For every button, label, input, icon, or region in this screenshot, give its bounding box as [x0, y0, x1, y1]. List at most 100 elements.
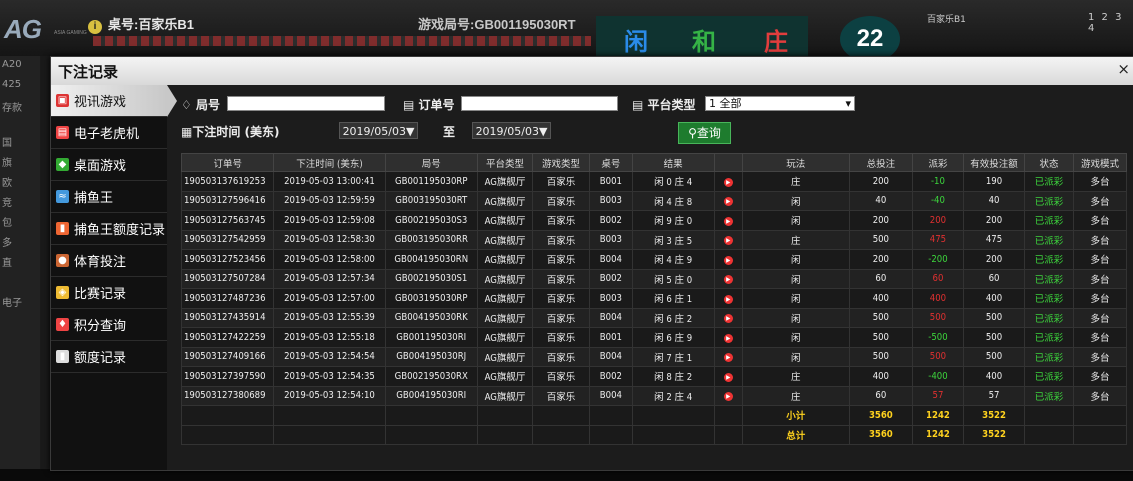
table-cell: B002	[589, 366, 633, 387]
table-cell: 500	[962, 327, 1026, 348]
column-header: 订单号	[180, 153, 275, 172]
table-cell: 闲 8 庄 2	[631, 366, 715, 387]
table-cell	[1024, 424, 1074, 445]
replay-icon[interactable]: ▶	[713, 210, 743, 231]
order-number-input[interactable]	[461, 96, 618, 111]
table-cell: B001	[589, 171, 633, 192]
table-row[interactable]: 190503127435914 2019-05-03 12:55:39 GB0041…	[180, 307, 1128, 328]
record-sidebar: ▣ 视讯游戏 ▤ 电子老虎机 ◆ 桌面游戏 ≈ 捕鱼王 ▮ 捕鱼王额度记录 ● 体育投注 ◈ 比赛记录 ♦ 积…	[51, 85, 177, 470]
table-row[interactable]: 190503127487236 2019-05-03 12:57:00 GB0031…	[180, 288, 1128, 309]
bg-left-label: 包	[2, 218, 12, 229]
table-cell	[713, 405, 743, 426]
replay-icon[interactable]: ▶	[713, 268, 743, 289]
replay-icon[interactable]: ▶	[713, 229, 743, 250]
query-button[interactable]: ⚲查询	[678, 122, 731, 144]
calendar-icon: ▦	[181, 125, 193, 139]
table-cell: 闲	[741, 327, 850, 348]
replay-icon[interactable]: ▶	[713, 307, 743, 328]
filter-panel: ♢ 局号 ▤ 订单号 ▤ 平台类型 1 全部 ▾ ▦下注时间 (美东) 2019/…	[181, 95, 1127, 151]
table-cell: 3522	[962, 405, 1026, 426]
table-cell	[1024, 405, 1074, 426]
sidebar-item-fish[interactable]: ≈ 捕鱼王	[51, 181, 167, 213]
close-icon[interactable]: ×	[1117, 60, 1130, 78]
replay-icon[interactable]: ▶	[713, 288, 743, 309]
table-row[interactable]: 190503127422259 2019-05-03 12:55:18 GB0011…	[180, 327, 1128, 348]
table-cell: 闲 3 庄 5	[631, 229, 715, 250]
date-from-picker[interactable]: 2019/05/03▼	[339, 122, 418, 139]
credit-icon: ▮	[56, 350, 69, 363]
table-cell: 多台	[1072, 385, 1128, 406]
table-row[interactable]: 190503127563745 2019-05-03 12:59:08 GB0021…	[180, 210, 1128, 231]
sidebar-item-slot-machine[interactable]: ▤ 电子老虎机	[51, 117, 167, 149]
table-number-input[interactable]	[227, 96, 385, 111]
date-to-picker[interactable]: 2019/05/03▼	[472, 122, 551, 139]
platform-type-select[interactable]: 1 全部 ▾	[705, 96, 855, 111]
table-cell: GB001195030RP	[384, 171, 478, 192]
table-cell: 190503127563745	[180, 210, 275, 231]
table-cell	[631, 424, 715, 445]
table-cell: GB004195030RJ	[384, 346, 478, 367]
table-cell: 190503127596416	[180, 190, 275, 211]
table-cell: 190503127542959	[180, 229, 275, 250]
bet-record-dialog: 下注记录 × ▣ 视讯游戏 ▤ 电子老虎机 ◆ 桌面游戏 ≈ 捕鱼王 ▮ 捕鱼王额度记录 ● 体育投注…	[50, 56, 1133, 471]
replay-icon[interactable]: ▶	[713, 190, 743, 211]
replay-icon[interactable]: ▶	[713, 171, 743, 192]
table-cell: 2019-05-03 13:00:41	[273, 171, 386, 192]
column-header: 玩法	[741, 153, 850, 172]
sidebar-item-points[interactable]: ♦ 积分查询	[51, 309, 167, 341]
sidebar-item-label: 捕鱼王额度记录	[74, 223, 166, 238]
table-row[interactable]: 190503127409166 2019-05-03 12:54:54 GB0041…	[180, 346, 1128, 367]
table-row[interactable]: 190503137619253 2019-05-03 13:00:41 GB0011…	[180, 171, 1128, 192]
table-cell: 已派彩	[1024, 171, 1074, 192]
table-cell: 闲 5 庄 0	[631, 268, 715, 289]
table-cell: 闲	[741, 307, 850, 328]
table-cell: 百家乐	[531, 346, 591, 367]
sidebar-item-label: 视讯游戏	[74, 95, 127, 110]
table-cell: 闲 4 庄 8	[631, 190, 715, 211]
column-header: 状态	[1024, 153, 1074, 172]
sidebar-item-match[interactable]: ◈ 比赛记录	[51, 277, 167, 309]
table-cell: 已派彩	[1024, 346, 1074, 367]
replay-icon[interactable]: ▶	[713, 327, 743, 348]
table-cell: -500	[912, 327, 964, 348]
total-row: 总计 3560 1242 3522	[180, 424, 1128, 445]
table-cell: 多台	[1072, 366, 1128, 387]
table-cell	[589, 405, 633, 426]
table-cell: 200	[962, 249, 1026, 270]
table-cell: 57	[962, 385, 1026, 406]
table-row[interactable]: 190503127523456 2019-05-03 12:58:00 GB0041…	[180, 249, 1128, 270]
table-row[interactable]: 190503127397590 2019-05-03 12:54:35 GB0021…	[180, 366, 1128, 387]
bg-left-label	[0, 271, 40, 291]
table-cell: B004	[589, 249, 633, 270]
sidebar-item-credit[interactable]: ▮ 额度记录	[51, 341, 167, 373]
table-cell: 闲	[741, 210, 850, 231]
sidebar-item-video-game[interactable]: ▣ 视讯游戏	[51, 85, 177, 117]
table-cell: 3522	[962, 424, 1026, 445]
table-cell: 闲	[741, 190, 850, 211]
table-row[interactable]: 190503127507284 2019-05-03 12:57:34 GB0021…	[180, 268, 1128, 289]
table-game-icon: ◆	[56, 158, 69, 171]
replay-icon[interactable]: ▶	[713, 385, 743, 406]
replay-icon[interactable]: ▶	[713, 346, 743, 367]
table-cell: 百家乐	[531, 171, 591, 192]
table-cell: 庄	[741, 366, 850, 387]
table-row[interactable]: 190503127596416 2019-05-03 12:59:59 GB0031…	[180, 190, 1128, 211]
table-cell: 2019-05-03 12:55:18	[273, 327, 386, 348]
chevron-down-icon: ▾	[845, 97, 851, 110]
replay-icon[interactable]: ▶	[713, 366, 743, 387]
search-icon: ⚲	[688, 126, 697, 140]
table-cell: 190503137619253	[180, 171, 275, 192]
table-cell: 1242	[912, 424, 964, 445]
table-cell: 已派彩	[1024, 229, 1074, 250]
table-row[interactable]: 190503127380689 2019-05-03 12:54:10 GB0041…	[180, 385, 1128, 406]
table-cell: 已派彩	[1024, 385, 1074, 406]
table-cell: 多台	[1072, 346, 1128, 367]
table-cell: GB003195030RP	[384, 288, 478, 309]
bet-time-label: ▦下注时间 (美东)	[181, 125, 280, 139]
sidebar-item-record[interactable]: ▮ 捕鱼王额度记录	[51, 213, 167, 245]
replay-icon[interactable]: ▶	[713, 249, 743, 270]
sidebar-item-table-game[interactable]: ◆ 桌面游戏	[51, 149, 167, 181]
sidebar-item-sport[interactable]: ● 体育投注	[51, 245, 167, 277]
game-round-label: 游戏局号:GB001195030RT	[418, 17, 576, 32]
table-row[interactable]: 190503127542959 2019-05-03 12:58:30 GB0031…	[180, 229, 1128, 250]
